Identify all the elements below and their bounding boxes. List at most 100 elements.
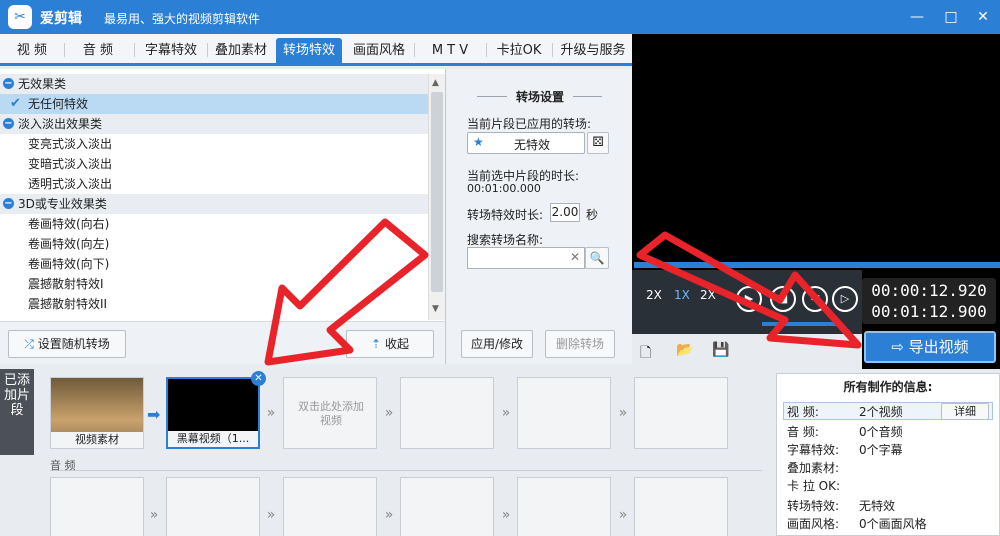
audio-slot[interactable] [166,477,260,536]
tab-mtv[interactable]: M T V [418,38,482,63]
info-label: 叠加素材: [787,461,840,475]
apply-button[interactable]: 应用/修改 [461,330,533,358]
tab-audio[interactable]: 音 频 [68,38,128,63]
save-icon[interactable]: 💾 [712,342,729,358]
speed-fast[interactable]: 2X [700,288,716,302]
info-label: 音 频: [787,425,819,439]
file-toolbar: 🗋 📂 💾 [632,334,862,369]
delete-transition-button[interactable]: 删除转场 [545,330,615,358]
info-value: 0个音频 [859,425,903,439]
maximize-icon[interactable]: □ [940,6,962,28]
play-icon[interactable]: ▶ [736,286,762,312]
tab-overlay[interactable]: 叠加素材 [210,38,272,63]
shuffle-icon: ⤮ [24,337,34,351]
scroll-thumb[interactable] [431,92,443,292]
next-frame-icon[interactable]: ▷ [832,286,858,312]
search-input[interactable]: ✕ [467,247,585,269]
remove-clip-icon[interactable]: ✕ [251,371,266,386]
prev-frame-icon[interactable]: ◀ [802,286,828,312]
empty-slot[interactable] [517,377,611,449]
effect-duration-input[interactable]: 2.00 [550,203,580,222]
detail-button[interactable]: 详细 [941,403,989,420]
close-icon[interactable]: ✕ [972,6,994,28]
info-label: 视 频: [787,405,819,419]
chevron-right-icon[interactable]: » [497,507,515,523]
chevron-right-icon[interactable]: » [262,507,280,523]
random-transition-button[interactable]: ⤮ 设置随机转场 [8,330,126,358]
collapse-icon[interactable]: − [3,118,14,129]
export-video-button[interactable]: ⇨ 导出视频 [864,331,996,363]
settings-title: 转场设置 [507,88,573,105]
time-display: 00:00:12.920 00:01:12.900 [862,278,996,324]
audio-slot[interactable] [517,477,611,536]
info-value: 无特效 [859,499,896,513]
scroll-up-icon[interactable]: ▲ [432,78,439,88]
progress-bar[interactable] [634,262,1000,268]
tab-transitions[interactable]: 转场特效 [276,38,342,63]
audio-slot[interactable] [400,477,494,536]
chevron-right-icon[interactable]: » [262,405,280,421]
volume-slider[interactable] [762,322,842,326]
player-controls: 2X 1X 2X ▶ ■ ◀ ▷ [632,270,862,334]
info-title: 所有制作的信息: [843,380,933,394]
dice-icon[interactable]: ⚄ [587,132,609,154]
audio-slot[interactable] [283,477,377,536]
chevron-right-icon[interactable]: » [614,405,632,421]
empty-slot[interactable] [634,377,728,449]
group-fade[interactable]: − 淡入淡出效果类 [0,114,428,134]
group-no-effect[interactable]: − 无效果类 [0,74,428,94]
tab-subtitles[interactable]: 字幕特效 [138,38,204,63]
effect-item[interactable]: 变亮式淡入淡出 [0,134,428,154]
effect-item[interactable]: 卷画特效(向左) [0,234,428,254]
total-time: 00:01:12.900 [871,302,987,321]
info-panel: 所有制作的信息: 视 频: 2个视频 详细 音 频: 0个音频 字幕特效: 0个… [776,373,1000,536]
new-icon[interactable]: 🗋 [640,342,651,366]
clear-icon[interactable]: ✕ [570,250,580,264]
group-3d[interactable]: − 3D或专业效果类 [0,194,428,214]
effects-panel: − 无效果类 ✔ 无任何特效 − 淡入淡出效果类 变亮式淡入淡出 变暗式淡入淡出… [0,69,446,364]
effect-item[interactable]: 卷画特效(向右) [0,214,428,234]
chevron-right-icon[interactable]: » [380,405,398,421]
add-video-slot[interactable]: 双击此处添加视频 [283,377,377,449]
tab-style[interactable]: 画面风格 [348,38,410,63]
speed-normal[interactable]: 1X [674,288,690,302]
applied-label: 当前片段已应用的转场: [467,117,592,131]
duration-value: 00:01:00.000 [467,182,541,195]
effect-item[interactable]: 震撼散射特效II [0,294,428,314]
scroll-down-icon[interactable]: ▼ [432,304,439,314]
audio-slot[interactable] [50,477,144,536]
audio-track-label: 音 频 [50,457,762,472]
effect-item[interactable]: 透明式淡入淡出 [0,174,428,194]
title-bar: ✂ 爱剪辑 最易用、强大的视频剪辑软件 — □ ✕ [0,0,1000,34]
chevron-right-icon[interactable]: » [497,405,515,421]
search-icon[interactable]: 🔍 [585,247,609,269]
effect-item[interactable]: 变暗式淡入淡出 [0,154,428,174]
tab-video[interactable]: 视 频 [4,38,60,63]
empty-slot[interactable] [400,377,494,449]
clip-black[interactable]: 黑幕视频（1... ✕ [166,371,266,449]
chevron-right-icon[interactable]: » [145,507,163,523]
app-window: ✂ 爱剪辑 最易用、强大的视频剪辑软件 — □ ✕ 视 频 音 频 字幕特效 叠… [0,0,1000,536]
collapse-icon[interactable]: − [3,78,14,89]
transition-arrow-icon[interactable]: ➡ [147,405,160,424]
collapse-button[interactable]: ⇡ 收起 [346,330,434,358]
chevron-right-icon[interactable]: » [380,507,398,523]
speed-slow[interactable]: 2X [646,288,662,302]
effect-item[interactable]: 卷画特效(向下) [0,254,428,274]
clip-video[interactable]: 视频素材 [50,377,144,449]
effects-scrollbar[interactable]: ▲ ▼ [428,74,445,320]
app-name: 爱剪辑 [40,11,82,27]
added-clips-tab[interactable]: 已添加片段 [0,369,34,455]
stop-icon[interactable]: ■ [770,286,796,312]
effect-duration-label: 转场特效时长: [467,208,544,222]
audio-slot[interactable] [634,477,728,536]
open-folder-icon[interactable]: 📂 [676,342,693,358]
info-value: 0个画面风格 [859,517,927,531]
collapse-icon[interactable]: − [3,198,14,209]
chevron-right-icon[interactable]: » [614,507,632,523]
minimize-icon[interactable]: — [906,6,928,28]
effect-item[interactable]: 震撼散射特效I [0,274,428,294]
tab-upgrade[interactable]: 升级与服务 [556,38,630,63]
effect-item-none[interactable]: ✔ 无任何特效 [0,94,428,114]
tab-karaoke[interactable]: 卡拉OK [490,38,548,63]
